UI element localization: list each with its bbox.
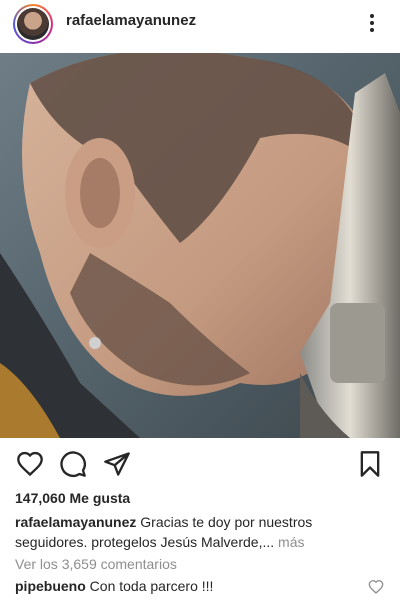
likes-count[interactable]: 147,060 Me gusta: [15, 490, 130, 506]
post-actions: [0, 444, 400, 482]
post-username[interactable]: rafaelamayanunez: [66, 12, 196, 29]
post-header: rafaelamayanunez: [0, 0, 400, 46]
more-link[interactable]: más: [278, 534, 304, 550]
caption: rafaelamayanunez Gracias te doy por nues…: [15, 512, 387, 552]
send-icon[interactable]: [103, 450, 131, 478]
comment-username[interactable]: pipebueno: [15, 578, 86, 594]
comment-heart-icon[interactable]: [368, 579, 384, 595]
caption-username[interactable]: rafaelamayanunez: [15, 514, 136, 530]
avatar[interactable]: [13, 4, 53, 44]
heart-icon[interactable]: [16, 450, 44, 478]
view-comments-link[interactable]: Ver los 3,659 comentarios: [15, 556, 177, 572]
comment: pipebueno Con toda parcero !!!: [15, 578, 213, 594]
more-vertical-icon[interactable]: [360, 10, 384, 36]
comment-icon[interactable]: [59, 450, 87, 478]
comment-text: Con toda parcero !!!: [89, 578, 214, 594]
post-photo[interactable]: [0, 53, 400, 438]
bookmark-icon[interactable]: [356, 450, 384, 478]
